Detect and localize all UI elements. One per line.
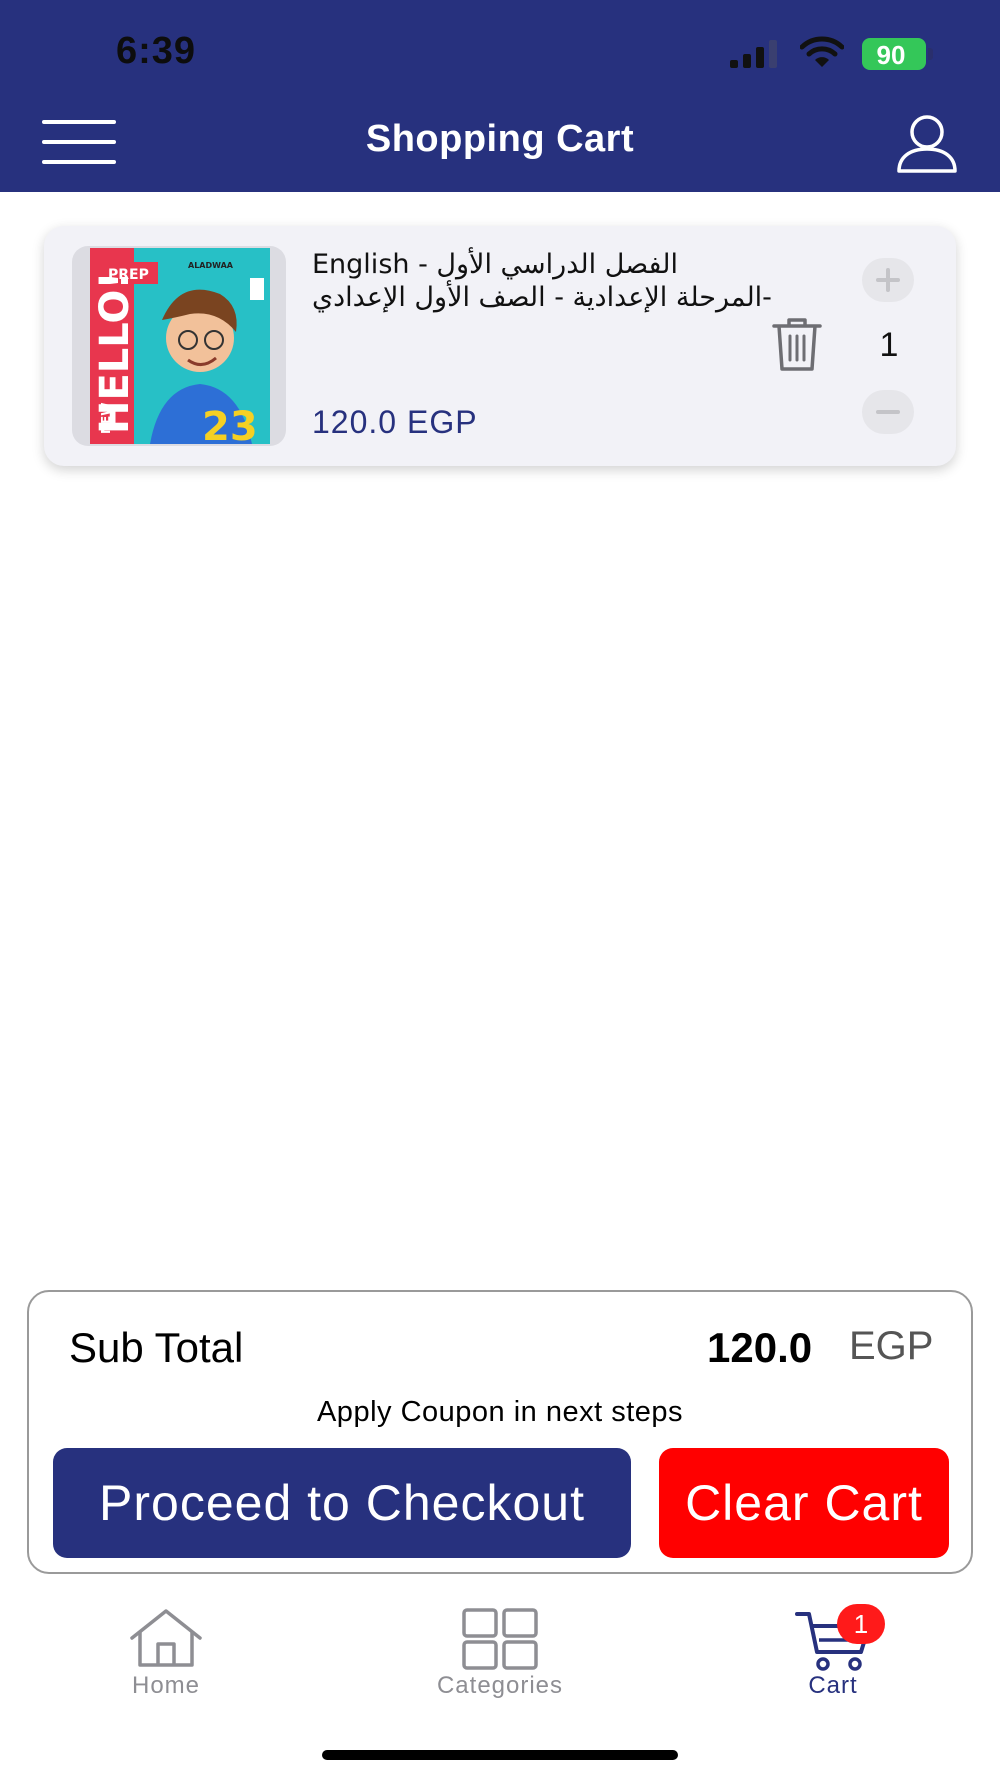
cart-summary: Sub Total 120.0 EGP Apply Coupon in next… <box>27 1290 973 1574</box>
subtotal-label: Sub Total <box>69 1324 244 1371</box>
tab-categories-label: Categories <box>436 1672 564 1699</box>
price-amount: 120.0 <box>312 404 398 440</box>
clear-cart-button[interactable]: Clear Cart <box>659 1448 949 1558</box>
tab-cart[interactable]: 1 Cart <box>733 1604 933 1704</box>
subtotal-amount: 120.0 <box>707 1324 813 1371</box>
grid-icon <box>462 1608 538 1670</box>
trash-icon[interactable] <box>770 316 824 372</box>
home-icon <box>130 1609 202 1667</box>
decrease-quantity-button[interactable] <box>862 390 914 434</box>
tab-cart-label: Cart <box>808 1672 858 1699</box>
svg-text:NEW: NEW <box>99 403 113 434</box>
svg-text:23: 23 <box>202 404 258 444</box>
subtotal-currency: EGP <box>849 1324 934 1368</box>
user-profile-icon[interactable] <box>896 112 958 174</box>
cart-item: PREP ALADWAA 23 HELLO! NEW English - الف… <box>44 226 956 466</box>
status-time: 6:39 <box>116 30 197 72</box>
quantity-value: 1 <box>879 326 899 364</box>
price-currency: EGP <box>406 404 478 440</box>
tab-home-label: Home <box>131 1672 201 1699</box>
tab-home[interactable]: Home <box>66 1604 266 1704</box>
product-price: 120.0 EGP <box>312 404 478 441</box>
tab-categories[interactable]: Categories <box>400 1604 600 1704</box>
product-thumbnail[interactable]: PREP ALADWAA 23 HELLO! NEW <box>72 246 286 446</box>
app-header: 6:39 90 Shopping Cart <box>0 0 1000 192</box>
page-title: Shopping Cart <box>365 118 635 160</box>
battery-level: 90 <box>876 40 906 70</box>
increase-quantity-button[interactable] <box>862 258 914 302</box>
svg-text:ALADWAA: ALADWAA <box>188 261 234 270</box>
cellular-signal-icon <box>730 40 777 68</box>
battery-cap <box>928 48 933 60</box>
wifi-icon <box>800 36 844 67</box>
battery-indicator: 90 <box>862 38 933 70</box>
coupon-note: Apply Coupon in next steps <box>316 1396 684 1428</box>
cart-count-badge: 1 <box>837 1604 885 1644</box>
home-indicator <box>322 1750 678 1760</box>
product-title[interactable]: English - الفصل الدراسي الأول -المرحلة ا… <box>312 248 782 314</box>
book-cover-image: PREP ALADWAA 23 HELLO! NEW <box>90 248 270 444</box>
checkout-button[interactable]: Proceed to Checkout <box>53 1448 631 1558</box>
